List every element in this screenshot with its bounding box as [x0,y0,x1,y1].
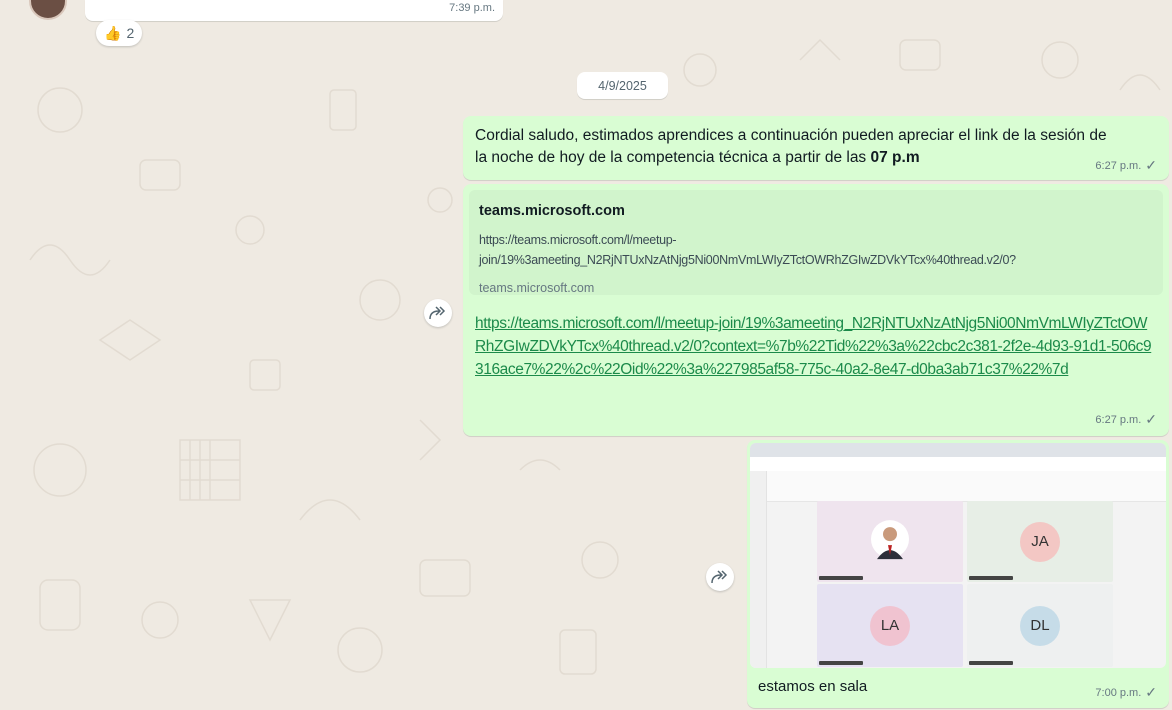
participant-tile [817,501,963,582]
reaction-count: 2 [126,25,135,41]
outgoing-image-message[interactable]: JA LA DL estamos en sala 7:00 p.m. ✓ [747,440,1169,708]
forward-button[interactable] [706,563,734,591]
message-time: 7:00 p.m. [1095,686,1142,699]
message-time: 7:39 p.m. [449,2,495,14]
link-preview-title: teams.microsoft.com [479,203,625,219]
sender-avatar[interactable] [29,0,67,20]
link-preview-description: https://teams.microsoft.com/l/meetup-joi… [479,233,1016,267]
single-check-icon: ✓ [1145,684,1157,700]
participant-photo [871,519,909,559]
message-text-body: Cordial saludo, estimados aprendices a c… [475,127,1107,166]
participant-tile: DL [967,584,1113,667]
previous-message-bubble: 7:39 p.m. [85,0,503,21]
outgoing-link-message[interactable]: teams.microsoft.com https://teams.micros… [463,184,1169,436]
participant-tile: LA [817,584,963,667]
thumbs-up-icon: 👍 [104,24,122,41]
image-browser-tabs [750,443,1166,457]
message-meta: 7:00 p.m. ✓ [1095,684,1157,701]
date-separator: 4/9/2025 [577,72,668,99]
participant-initials: JA [1020,521,1060,562]
reaction-badge[interactable]: 👍 2 [96,20,143,46]
single-check-icon: ✓ [1145,157,1157,173]
link-preview[interactable]: teams.microsoft.com https://teams.micros… [469,190,1163,295]
link-preview-domain: teams.microsoft.com [479,281,595,295]
image-browser-urlbar [750,457,1166,472]
message-time: 6:27 p.m. [1095,413,1142,426]
message-text: Cordial saludo, estimados aprendices a c… [475,125,1115,169]
forward-button[interactable] [424,299,452,327]
participant-name-bar [819,576,863,580]
participant-name-bar [969,576,1013,580]
image-meeting-toolbar [750,471,1166,502]
participant-name-bar [819,661,863,665]
participant-initials: DL [1020,605,1060,646]
message-image[interactable]: JA LA DL [750,443,1166,668]
image-caption: estamos en sala [758,678,868,695]
message-time: 6:27 p.m. [1095,159,1142,172]
message-meta: 6:27 p.m. ✓ [1095,411,1157,428]
single-check-icon: ✓ [1145,411,1157,427]
message-text-bold: 07 p.m [870,149,920,166]
participant-name-bar [969,661,1013,665]
message-link[interactable]: https://teams.microsoft.com/l/meetup-joi… [475,312,1155,381]
forward-arrow-icon [711,570,728,584]
participant-tile: JA [967,501,1113,582]
message-meta: 6:27 p.m. ✓ [1095,157,1157,174]
participant-initials: LA [870,605,910,646]
image-teams-sidebar [750,471,767,668]
forward-arrow-icon [429,306,446,320]
outgoing-message[interactable]: Cordial saludo, estimados aprendices a c… [463,116,1169,180]
